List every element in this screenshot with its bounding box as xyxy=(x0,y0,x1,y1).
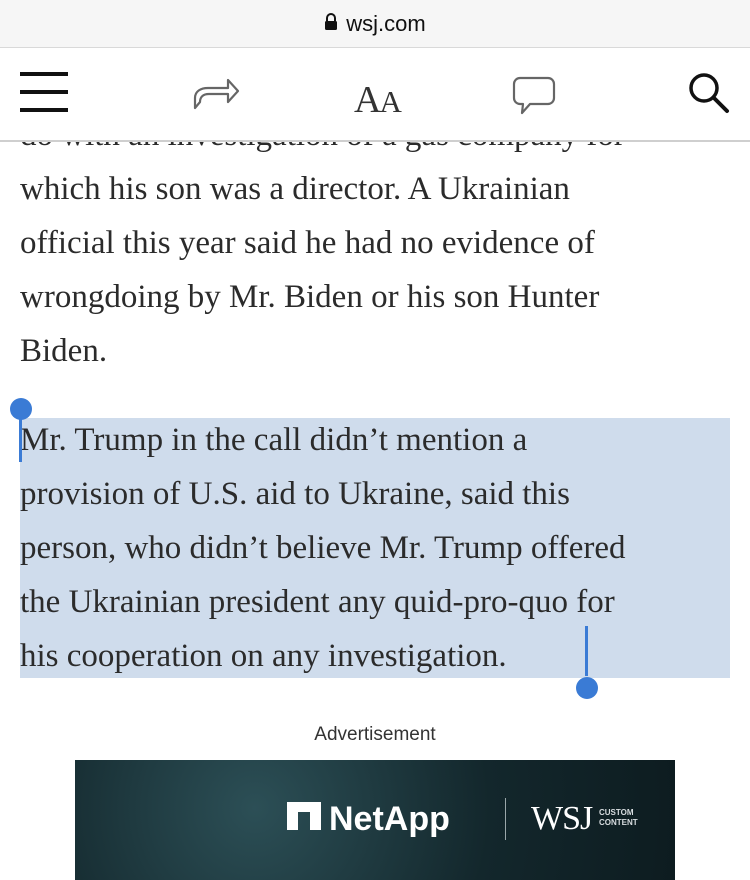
paragraph-line: official this year said he had no eviden… xyxy=(20,225,595,261)
article-body: do with an investigation of a gas compan… xyxy=(0,140,750,740)
ad-banner[interactable]: NetApp WSJ CUSTOM CONTENT xyxy=(75,760,675,880)
custom-content-tag: CUSTOM CONTENT xyxy=(599,808,638,827)
selection-end-handle[interactable] xyxy=(576,677,598,699)
paragraph-line: Mr. Trump in the call didn’t mention a xyxy=(20,422,528,458)
ad-divider xyxy=(505,798,506,840)
paragraph-line: which his son was a director. A Ukrainia… xyxy=(20,171,570,207)
search-icon[interactable] xyxy=(688,72,730,119)
netapp-name: NetApp xyxy=(329,800,450,838)
paragraph-line: wrongdoing by Mr. Biden or his son Hunte… xyxy=(20,279,600,315)
paragraph-line: provision of U.S. aid to Ukraine, said t… xyxy=(20,476,570,512)
menu-icon[interactable] xyxy=(20,70,68,119)
selection-end-caret xyxy=(585,626,588,676)
lock-icon xyxy=(324,11,338,37)
url-text: wsj.com xyxy=(346,10,426,36)
share-icon[interactable] xyxy=(192,76,240,115)
selected-paragraph[interactable]: Mr. Trump in the call didn’t mention a p… xyxy=(20,413,740,683)
selection-start-caret xyxy=(19,412,22,462)
text-size-icon[interactable]: AA xyxy=(354,78,402,122)
address-bar[interactable]: wsj.com xyxy=(0,0,750,48)
comments-icon[interactable] xyxy=(512,76,556,121)
wsj-logo: WSJ xyxy=(531,800,593,837)
paragraph-line: person, who didn’t believe Mr. Trump off… xyxy=(20,530,626,566)
ad-label: Advertisement xyxy=(314,724,436,745)
paragraph-line: the Ukrainian president any quid-pro-quo… xyxy=(20,584,615,620)
netapp-mark-icon xyxy=(287,800,321,839)
paragraph-line: his cooperation on any investigation. xyxy=(20,638,507,674)
partial-line: do with an investigation of a gas compan… xyxy=(20,140,740,162)
netapp-logo: NetApp xyxy=(287,800,450,839)
article-toolbar: AA xyxy=(0,48,750,142)
article-paragraph: do with an investigation of a gas compan… xyxy=(20,140,740,378)
paragraph-line: Biden. xyxy=(20,333,108,369)
